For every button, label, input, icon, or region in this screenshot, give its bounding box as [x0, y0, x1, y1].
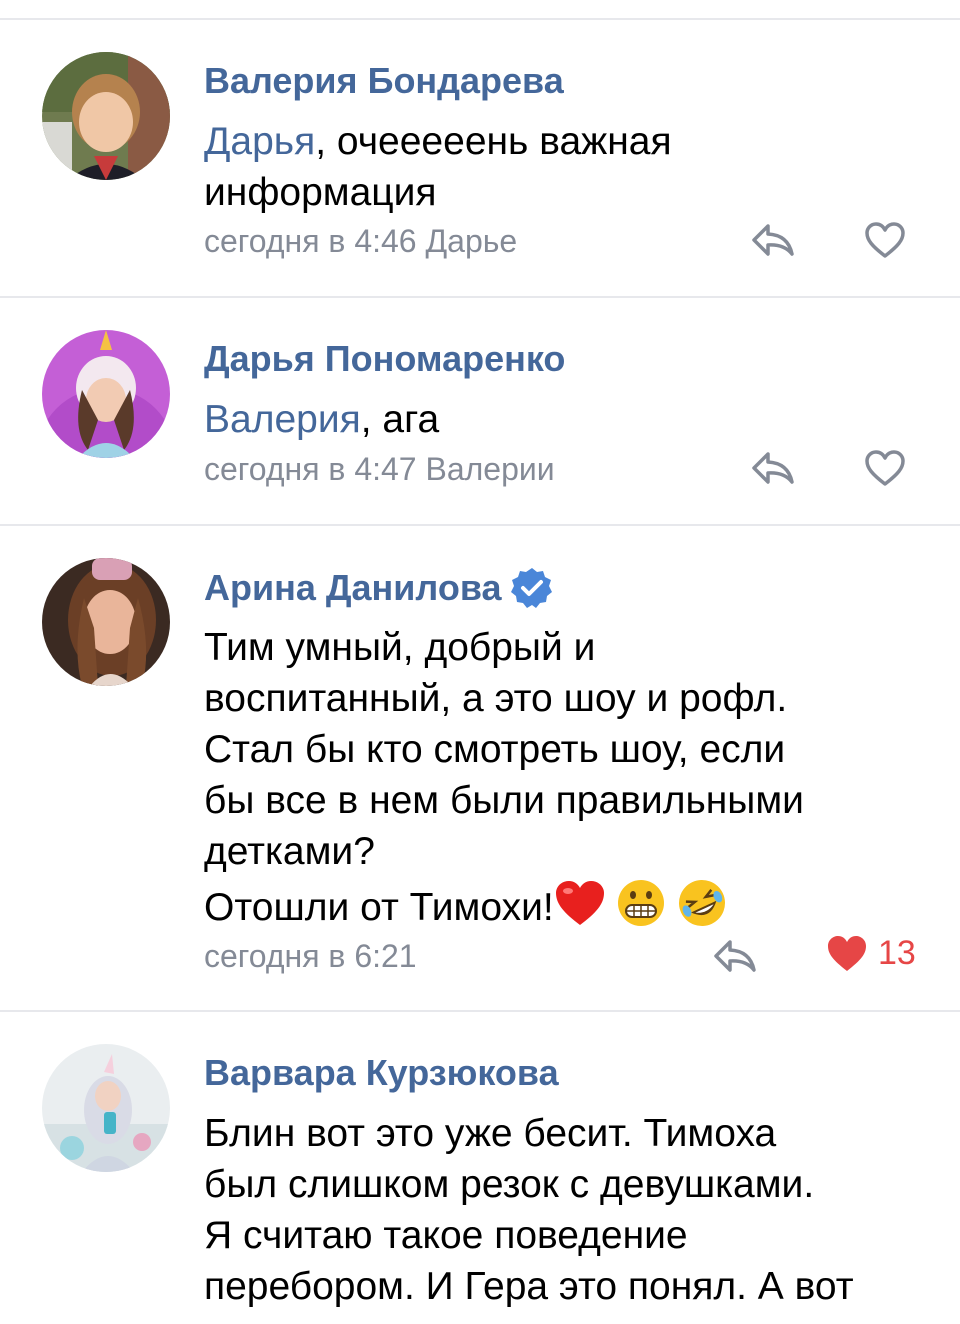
like-button[interactable] — [864, 222, 906, 260]
comment-time[interactable]: сегодня в 4:47 — [204, 451, 417, 487]
mention-link[interactable]: Валерия — [204, 398, 361, 441]
author-name[interactable]: Дарья Пономаренко — [204, 338, 565, 380]
like-count: 13 — [878, 934, 916, 972]
comment-meta: сегодня в 4:46 Дарье — [204, 223, 517, 260]
reply-arrow-icon — [752, 452, 794, 484]
reply-to[interactable]: Дарье — [425, 223, 517, 259]
author-name[interactable]: Варвара Курзюкова — [204, 1052, 559, 1094]
comment-text: Валерия, ага — [204, 398, 440, 441]
author-name[interactable]: Арина Данилова — [204, 566, 554, 610]
grimacing-face-emoji — [616, 878, 666, 941]
heart-outline-icon — [865, 222, 905, 258]
mention-link[interactable]: Дарья — [204, 120, 315, 163]
red-heart-emoji — [554, 879, 606, 940]
heart-filled-icon — [828, 935, 866, 971]
comment-item: Валерия Бондарева Дарья, очееееень важна… — [0, 20, 960, 296]
avatar[interactable] — [42, 558, 170, 686]
reply-button[interactable] — [750, 220, 796, 260]
author-name[interactable]: Валерия Бондарева — [204, 60, 564, 102]
reply-button[interactable] — [750, 448, 796, 488]
verified-badge-icon — [510, 568, 552, 608]
comment-text: Тим умный, добрый и воспитанный, а это ш… — [204, 622, 924, 942]
author-name-text: Арина Данилова — [204, 567, 502, 608]
avatar[interactable] — [42, 1044, 170, 1172]
reply-arrow-icon — [714, 940, 756, 972]
avatar[interactable] — [42, 52, 170, 180]
reply-button[interactable] — [712, 936, 758, 976]
reply-arrow-icon — [752, 224, 794, 256]
comment-time[interactable]: сегодня в 6:21 — [204, 938, 417, 974]
comment-time[interactable]: сегодня в 4:46 — [204, 223, 417, 259]
reply-to[interactable]: Валерии — [425, 451, 554, 487]
comment-item: Варвара Курзюкова Блин вот это уже бесит… — [0, 1012, 960, 1324]
comment-meta: сегодня в 6:21 — [204, 938, 417, 975]
like-button[interactable] — [864, 450, 906, 488]
comment-text: Дарья, очееееень важная информация — [204, 120, 672, 214]
comment-text: Блин вот это уже бесит. Тимоха был слишк… — [204, 1112, 854, 1308]
heart-outline-icon — [865, 450, 905, 486]
comment-item: Дарья Пономаренко Валерия, ага сегодня в… — [0, 298, 960, 524]
comment-item: Арина Данилова Тим умный, добрый и воспи… — [0, 526, 960, 1010]
rolling-laughing-emoji — [676, 877, 728, 942]
like-button[interactable]: 13 — [826, 934, 916, 973]
comment-meta: сегодня в 4:47 Валерии — [204, 451, 555, 488]
avatar[interactable] — [42, 330, 170, 458]
